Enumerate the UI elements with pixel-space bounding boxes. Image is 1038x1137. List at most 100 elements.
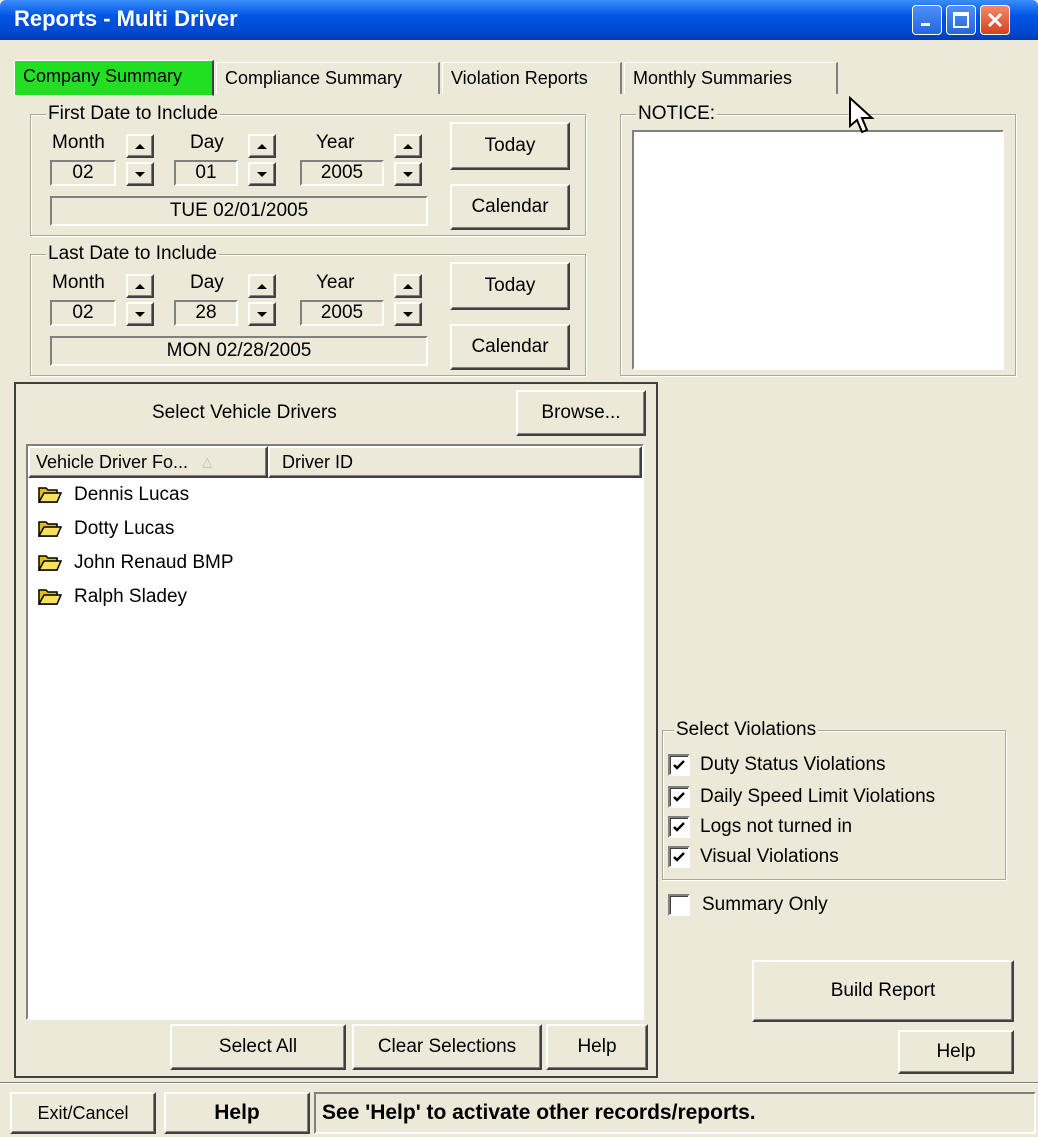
arrow-up-icon <box>403 283 413 289</box>
arrow-down-icon <box>135 311 145 317</box>
minimize-icon <box>921 23 930 26</box>
last-year-label: Year <box>316 272 355 293</box>
mouse-cursor-icon <box>849 96 875 134</box>
first-day-label: Day <box>190 132 224 153</box>
exit-cancel-button[interactable]: Exit/Cancel <box>10 1092 156 1134</box>
drivers-title: Select Vehicle Drivers <box>152 402 337 423</box>
last-today-button[interactable]: Today <box>450 262 570 310</box>
first-year-label: Year <box>316 132 355 153</box>
first-month-down-button[interactable] <box>126 162 154 186</box>
maximize-button[interactable] <box>946 5 976 35</box>
visual-checkbox[interactable] <box>668 846 690 868</box>
last-year-down-button[interactable] <box>394 302 422 326</box>
duty-status-label: Duty Status Violations <box>700 754 886 775</box>
duty-status-checkbox[interactable] <box>668 754 690 776</box>
arrow-down-icon <box>403 311 413 317</box>
tab-monthly-summaries[interactable]: Monthly Summaries <box>624 62 838 94</box>
folder-icon <box>38 589 62 605</box>
visual-label: Visual Violations <box>700 846 839 867</box>
arrow-down-icon <box>403 171 413 177</box>
build-report-button[interactable]: Build Report <box>752 960 1014 1022</box>
summary-only-option[interactable]: Summary Only <box>668 894 828 916</box>
browse-button[interactable]: Browse... <box>516 390 646 436</box>
logs-not-turned-in-checkbox[interactable] <box>668 816 690 838</box>
first-date-display: TUE 02/01/2005 <box>50 196 428 226</box>
logs-not-turned-in-label: Logs not turned in <box>700 816 853 837</box>
checkmark-icon <box>673 852 685 862</box>
first-date-legend: First Date to Include <box>46 103 221 125</box>
first-calendar-button[interactable]: Calendar <box>450 184 570 230</box>
column-header-vehicle-driver[interactable]: Vehicle Driver Fo... △ <box>28 446 268 478</box>
minimize-button[interactable] <box>912 5 942 35</box>
driver-row-ralph-sladey[interactable]: Ralph Sladey <box>28 580 642 614</box>
arrow-down-icon <box>135 171 145 177</box>
close-button[interactable] <box>980 5 1010 35</box>
first-month-label: Month <box>52 132 105 153</box>
arrow-up-icon <box>135 143 145 149</box>
clear-selections-button[interactable]: Clear Selections <box>352 1024 542 1070</box>
last-month-up-button[interactable] <box>126 274 154 298</box>
help-button[interactable]: Help <box>898 1030 1014 1074</box>
driver-name: John Renaud BMP <box>74 552 234 573</box>
status-bar: See 'Help' to activate other records/rep… <box>314 1092 1036 1134</box>
last-year-up-button[interactable] <box>394 274 422 298</box>
last-date-legend: Last Date to Include <box>46 243 219 265</box>
last-calendar-button[interactable]: Calendar <box>450 324 570 370</box>
tab-violation-reports[interactable]: Violation Reports <box>442 62 622 94</box>
first-month-field[interactable]: 02 <box>50 160 116 186</box>
first-day-down-button[interactable] <box>248 162 276 186</box>
daily-speed-label: Daily Speed Limit Violations <box>700 786 936 807</box>
tab-company-summary[interactable]: Company Summary <box>14 60 214 96</box>
first-day-field[interactable]: 01 <box>174 160 238 186</box>
drivers-help-button[interactable]: Help <box>546 1024 648 1070</box>
notice-textarea[interactable] <box>632 130 1004 370</box>
column-header-driver-id-label: Driver ID <box>282 451 353 472</box>
last-year-field[interactable]: 2005 <box>300 300 384 326</box>
notice-legend: NOTICE: <box>636 103 718 125</box>
last-day-field[interactable]: 28 <box>174 300 238 326</box>
column-header-vehicle-driver-label: Vehicle Driver Fo... <box>36 451 189 472</box>
arrow-up-icon <box>135 283 145 289</box>
daily-speed-checkbox[interactable] <box>668 786 690 808</box>
last-day-up-button[interactable] <box>248 274 276 298</box>
folder-icon <box>38 487 62 503</box>
arrow-up-icon <box>257 143 267 149</box>
footer-help-button[interactable]: Help <box>164 1092 310 1134</box>
checkmark-icon <box>673 792 685 802</box>
violation-daily-speed[interactable]: Daily Speed Limit Violations <box>668 786 935 808</box>
violation-visual[interactable]: Visual Violations <box>668 846 839 868</box>
close-icon <box>987 12 1003 28</box>
window-title: Reports - Multi Driver <box>14 6 238 31</box>
driver-name: Ralph Sladey <box>74 586 188 607</box>
driver-row-dennis-lucas[interactable]: Dennis Lucas <box>28 478 642 512</box>
checkmark-icon <box>673 822 685 832</box>
first-month-up-button[interactable] <box>126 134 154 158</box>
first-day-up-button[interactable] <box>248 134 276 158</box>
last-month-down-button[interactable] <box>126 302 154 326</box>
column-header-driver-id[interactable]: Driver ID <box>268 446 642 478</box>
last-day-down-button[interactable] <box>248 302 276 326</box>
tab-compliance-summary[interactable]: Compliance Summary <box>216 62 440 94</box>
driver-row-john-renaud-bmp[interactable]: John Renaud BMP <box>28 546 642 580</box>
driver-name: Dennis Lucas <box>74 484 190 505</box>
summary-only-label: Summary Only <box>702 894 828 915</box>
folder-icon <box>38 555 62 571</box>
last-day-label: Day <box>190 272 224 293</box>
maximize-icon <box>953 12 969 28</box>
drivers-list[interactable]: Vehicle Driver Fo... △ Driver ID Dennis … <box>26 444 644 1020</box>
first-year-up-button[interactable] <box>394 134 422 158</box>
violation-logs-not-turned-in[interactable]: Logs not turned in <box>668 816 852 838</box>
arrow-down-icon <box>257 311 267 317</box>
checkmark-icon <box>673 760 685 770</box>
driver-row-dotty-lucas[interactable]: Dotty Lucas <box>28 512 642 546</box>
first-year-field[interactable]: 2005 <box>300 160 384 186</box>
first-today-button[interactable]: Today <box>450 122 570 170</box>
first-year-down-button[interactable] <box>394 162 422 186</box>
arrow-up-icon <box>257 283 267 289</box>
summary-only-checkbox[interactable] <box>668 894 690 916</box>
select-all-button[interactable]: Select All <box>170 1024 346 1070</box>
violations-legend: Select Violations <box>674 719 819 741</box>
footer-divider <box>0 1082 1038 1084</box>
violation-duty-status[interactable]: Duty Status Violations <box>668 754 886 776</box>
last-month-field[interactable]: 02 <box>50 300 116 326</box>
